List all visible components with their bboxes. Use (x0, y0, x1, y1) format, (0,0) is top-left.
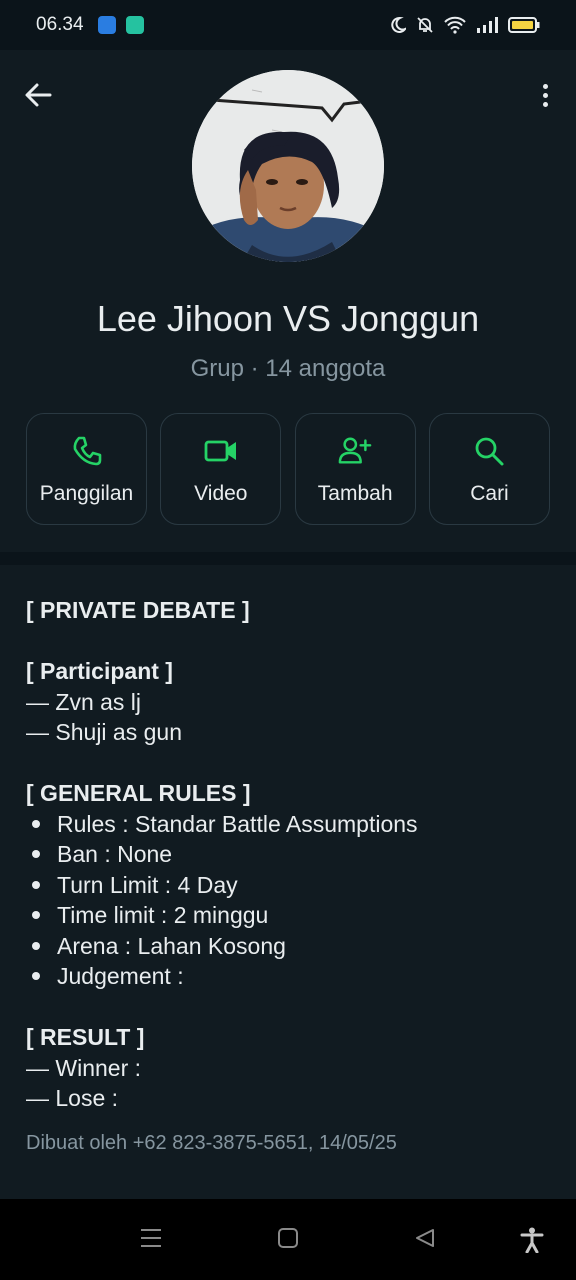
call-button-label: Panggilan (39, 482, 134, 505)
phone-icon (73, 436, 101, 466)
status-time: 06.34 (36, 14, 84, 35)
rules-header: [ GENERAL RULES ] (26, 780, 251, 806)
moon-icon (391, 16, 406, 33)
participant-item: — Shuji as gun (26, 719, 182, 745)
wifi-icon (444, 16, 466, 34)
group-description[interactable]: [ PRIVATE DEBATE ] [ Participant ] — Zvn… (0, 565, 576, 1199)
group-member-count: Grup · 14 anggota (190, 355, 386, 382)
battery-icon (508, 17, 540, 33)
bell-off-icon (417, 17, 433, 33)
video-icon (204, 440, 236, 462)
search-button[interactable]: Cari (428, 413, 550, 525)
rule-item: Rules : Standar Battle Assumptions (26, 809, 550, 840)
result-item: — Winner : (26, 1054, 142, 1081)
result-header: [ RESULT ] (26, 1024, 145, 1050)
result-item: — Lose : (26, 1085, 119, 1111)
add-member-button[interactable]: Tambah (294, 413, 416, 525)
participant-header: [ Participant ] (26, 658, 173, 684)
video-button[interactable]: Video (160, 413, 282, 525)
system-navigation-bar (0, 1199, 576, 1280)
rule-item: Judgement : (26, 961, 550, 992)
accessibility-icon (520, 1227, 544, 1254)
add-person-icon (338, 437, 372, 464)
call-button[interactable]: Panggilan (26, 413, 147, 525)
add-member-button-label: Tambah (317, 482, 393, 505)
group-photo (192, 70, 384, 262)
quick-actions: Panggilan Video Tambah Cari (26, 413, 550, 525)
menu-lines-icon (141, 1229, 161, 1247)
group-name: Lee Jihoon VS Jonggun (96, 298, 480, 339)
back-nav-button[interactable] (414, 1227, 436, 1254)
status-bar: 06.34 (0, 0, 576, 50)
rule-item: Ban : None (26, 839, 550, 870)
chat-notification-icon (125, 16, 144, 34)
rule-item: Turn Limit : 4 Day (26, 870, 550, 901)
accessibility-button[interactable] (520, 1227, 544, 1258)
arrow-left-icon (25, 83, 52, 107)
search-button-label: Cari (470, 482, 509, 505)
group-info-header: Lee Jihoon VS Jonggun Grup · 14 anggota … (0, 50, 576, 552)
search-icon (476, 437, 504, 466)
group-avatar[interactable] (192, 70, 384, 262)
signal-icon (477, 17, 498, 33)
more-options-button[interactable] (536, 78, 554, 112)
home-button[interactable] (277, 1227, 299, 1254)
recent-apps-button[interactable] (140, 1227, 162, 1254)
rule-item: Arena : Lahan Kosong (26, 931, 550, 962)
home-square-icon (278, 1228, 298, 1248)
video-button-label: Video (194, 482, 248, 505)
triangle-back-icon (416, 1229, 434, 1247)
back-button[interactable] (22, 78, 56, 112)
created-by-text: Dibuat oleh +62 823-3875-5651, 14/05/25 (26, 1131, 397, 1154)
participant-item: — Zvn as lj (26, 688, 142, 715)
rule-item: Time limit : 2 minggu (26, 900, 550, 931)
app-notification-icon (97, 16, 116, 34)
description-title: [ PRIVATE DEBATE ] (26, 597, 250, 623)
